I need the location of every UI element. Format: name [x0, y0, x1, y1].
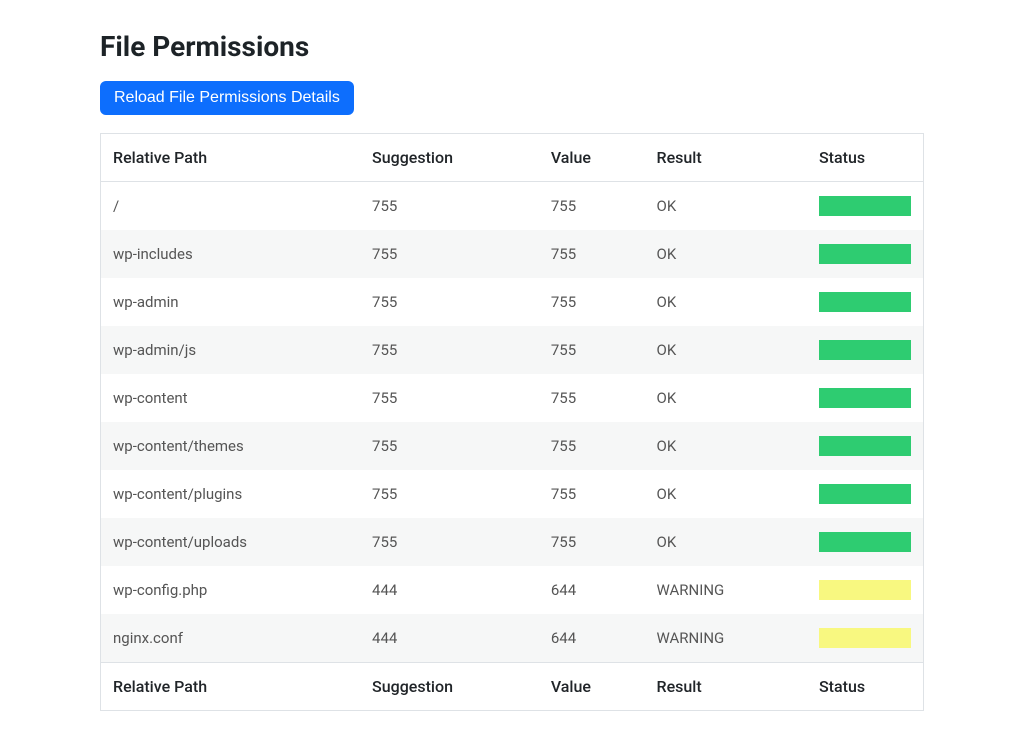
cell-value: 755	[539, 230, 645, 278]
table-row: wp-content/plugins755755OK	[101, 470, 924, 518]
col-path: Relative Path	[101, 134, 361, 182]
table-row: wp-admin/js755755OK	[101, 326, 924, 374]
status-indicator	[819, 292, 911, 312]
col-status: Status	[807, 663, 924, 711]
cell-path: wp-includes	[101, 230, 361, 278]
cell-status	[807, 230, 924, 278]
cell-result: WARNING	[645, 566, 807, 614]
status-indicator	[819, 532, 911, 552]
page-title: File Permissions	[100, 30, 924, 63]
status-indicator	[819, 388, 911, 408]
status-indicator	[819, 484, 911, 504]
cell-status	[807, 470, 924, 518]
table-row: wp-includes755755OK	[101, 230, 924, 278]
cell-status	[807, 182, 924, 231]
cell-value: 755	[539, 374, 645, 422]
table-row: wp-admin755755OK	[101, 278, 924, 326]
cell-result: OK	[645, 326, 807, 374]
status-indicator	[819, 436, 911, 456]
cell-suggestion: 755	[360, 278, 539, 326]
status-indicator	[819, 628, 911, 648]
cell-value: 755	[539, 422, 645, 470]
cell-result: OK	[645, 518, 807, 566]
cell-status	[807, 566, 924, 614]
cell-suggestion: 755	[360, 518, 539, 566]
table-row: wp-content/themes755755OK	[101, 422, 924, 470]
cell-value: 644	[539, 566, 645, 614]
reload-button[interactable]: Reload File Permissions Details	[100, 81, 354, 115]
cell-result: OK	[645, 422, 807, 470]
table-row: wp-config.php444644WARNING	[101, 566, 924, 614]
table-footer-row: Relative Path Suggestion Value Result St…	[101, 663, 924, 711]
cell-suggestion: 755	[360, 230, 539, 278]
cell-suggestion: 755	[360, 470, 539, 518]
file-permissions-table: Relative Path Suggestion Value Result St…	[100, 133, 924, 711]
cell-result: OK	[645, 278, 807, 326]
table-row: nginx.conf444644WARNING	[101, 614, 924, 663]
cell-path: wp-content/plugins	[101, 470, 361, 518]
cell-result: OK	[645, 374, 807, 422]
cell-suggestion: 755	[360, 422, 539, 470]
cell-status	[807, 518, 924, 566]
cell-result: WARNING	[645, 614, 807, 663]
col-value: Value	[539, 134, 645, 182]
cell-suggestion: 755	[360, 374, 539, 422]
col-path: Relative Path	[101, 663, 361, 711]
table-row: wp-content/uploads755755OK	[101, 518, 924, 566]
table-header-row: Relative Path Suggestion Value Result St…	[101, 134, 924, 182]
cell-path: wp-config.php	[101, 566, 361, 614]
status-indicator	[819, 244, 911, 264]
cell-suggestion: 444	[360, 614, 539, 663]
cell-result: OK	[645, 182, 807, 231]
cell-path: wp-content/uploads	[101, 518, 361, 566]
cell-result: OK	[645, 470, 807, 518]
cell-result: OK	[645, 230, 807, 278]
col-result: Result	[645, 134, 807, 182]
cell-status	[807, 422, 924, 470]
cell-value: 755	[539, 470, 645, 518]
col-status: Status	[807, 134, 924, 182]
cell-value: 755	[539, 182, 645, 231]
cell-status	[807, 374, 924, 422]
col-suggestion: Suggestion	[360, 663, 539, 711]
table-row: wp-content755755OK	[101, 374, 924, 422]
table-row: /755755OK	[101, 182, 924, 231]
col-result: Result	[645, 663, 807, 711]
cell-value: 644	[539, 614, 645, 663]
status-indicator	[819, 340, 911, 360]
cell-value: 755	[539, 326, 645, 374]
cell-path: /	[101, 182, 361, 231]
col-suggestion: Suggestion	[360, 134, 539, 182]
col-value: Value	[539, 663, 645, 711]
cell-suggestion: 444	[360, 566, 539, 614]
cell-suggestion: 755	[360, 326, 539, 374]
cell-status	[807, 278, 924, 326]
cell-suggestion: 755	[360, 182, 539, 231]
cell-value: 755	[539, 518, 645, 566]
cell-status	[807, 326, 924, 374]
cell-path: wp-content	[101, 374, 361, 422]
cell-status	[807, 614, 924, 663]
cell-path: wp-content/themes	[101, 422, 361, 470]
cell-path: wp-admin/js	[101, 326, 361, 374]
cell-path: nginx.conf	[101, 614, 361, 663]
cell-value: 755	[539, 278, 645, 326]
status-indicator	[819, 196, 911, 216]
status-indicator	[819, 580, 911, 600]
cell-path: wp-admin	[101, 278, 361, 326]
